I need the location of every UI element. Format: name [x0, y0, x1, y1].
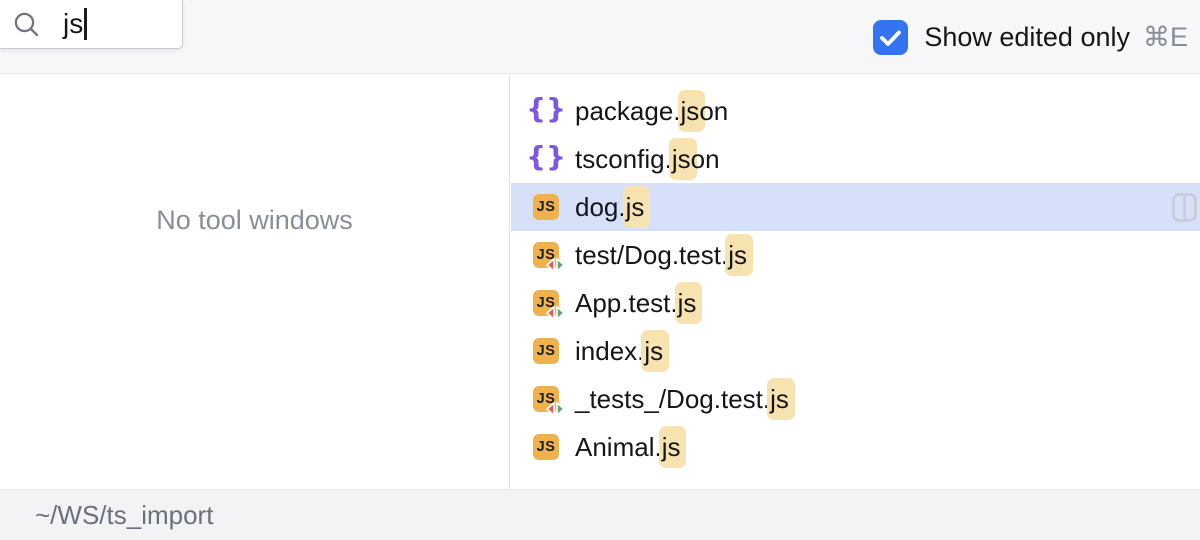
file-row[interactable]: JS Animal.js — [511, 423, 1200, 471]
file-name: dog.js — [575, 192, 644, 223]
file-name: index.js — [575, 336, 663, 367]
tool-windows-panel: No tool windows — [0, 75, 510, 489]
js-test-file-icon: JS — [533, 290, 559, 316]
project-path: ~/WS/ts_import — [35, 500, 213, 531]
file-name-pre: dog. — [575, 192, 626, 222]
show-edited-only-toggle[interactable]: Show edited only ⌘E — [873, 0, 1188, 74]
json-file-icon: {} — [533, 98, 559, 124]
match-highlight: js — [767, 378, 795, 420]
file-row[interactable]: JS index.js — [511, 327, 1200, 375]
file-name-pre: App.test. — [575, 288, 678, 318]
js-test-file-icon: JS — [533, 242, 559, 268]
match-highlight: js — [641, 330, 669, 372]
json-file-icon: {} — [533, 146, 559, 172]
search-input[interactable]: js — [63, 8, 83, 40]
text-caret — [84, 8, 87, 40]
match-highlight: js — [659, 426, 687, 468]
test-badge-icon — [545, 305, 566, 321]
match-highlight: js — [623, 186, 651, 228]
file-name: _tests_/Dog.test.js — [575, 384, 789, 415]
test-badge-icon — [545, 257, 566, 273]
file-name-pre: package. — [575, 96, 681, 126]
file-name-pre: tsconfig. — [575, 144, 672, 174]
file-icon: JS — [533, 338, 559, 364]
match-highlight: js — [675, 282, 703, 324]
toggle-label: Show edited only — [924, 22, 1130, 53]
file-row[interactable]: {} tsconfig.json — [511, 135, 1200, 183]
file-icon: JS — [533, 194, 559, 220]
search-icon — [13, 11, 40, 38]
file-row[interactable]: {} package.json — [511, 87, 1200, 135]
file-name: package.json — [575, 96, 728, 127]
file-list[interactable]: {} package.json {} tsconfig.json JS dog.… — [511, 75, 1200, 489]
file-name: App.test.js — [575, 288, 696, 319]
file-name-pre: _tests_/Dog.test. — [575, 384, 770, 414]
js-file-icon: JS — [533, 194, 559, 220]
file-name-pre: test/Dog.test. — [575, 240, 728, 270]
file-name-post: on — [699, 96, 728, 126]
open-in-split-icon[interactable] — [1172, 193, 1197, 222]
file-name-pre: index. — [575, 336, 644, 366]
match-highlight: js — [725, 234, 753, 276]
js-file-icon: JS — [533, 338, 559, 364]
toggle-shortcut: ⌘E — [1143, 22, 1188, 53]
file-name: test/Dog.test.js — [575, 240, 747, 271]
checkbox-checked-icon[interactable] — [873, 20, 908, 55]
popup-header: Recent Files js Show edited only ⌘E — [0, 0, 1200, 74]
file-name: tsconfig.json — [575, 144, 720, 175]
search-box[interactable]: js — [0, 0, 183, 49]
file-row[interactable]: JS App.test.js — [511, 279, 1200, 327]
empty-state-text: No tool windows — [0, 205, 509, 236]
file-row[interactable]: JS dog.js — [511, 183, 1200, 231]
test-badge-icon — [545, 401, 566, 417]
js-test-file-icon: JS — [533, 386, 559, 412]
file-name: Animal.js — [575, 432, 680, 463]
js-file-icon: JS — [533, 434, 559, 460]
file-name-post: on — [691, 144, 720, 174]
recent-files-popup: Recent Files js Show edited only ⌘E No t… — [0, 0, 1200, 540]
file-row[interactable]: JS _tests_/Dog.test.js — [511, 375, 1200, 423]
file-name-pre: Animal. — [575, 432, 662, 462]
file-icon: JS — [533, 434, 559, 460]
status-bar: ~/WS/ts_import — [0, 489, 1200, 540]
file-row[interactable]: JS test/Dog.test.js — [511, 231, 1200, 279]
